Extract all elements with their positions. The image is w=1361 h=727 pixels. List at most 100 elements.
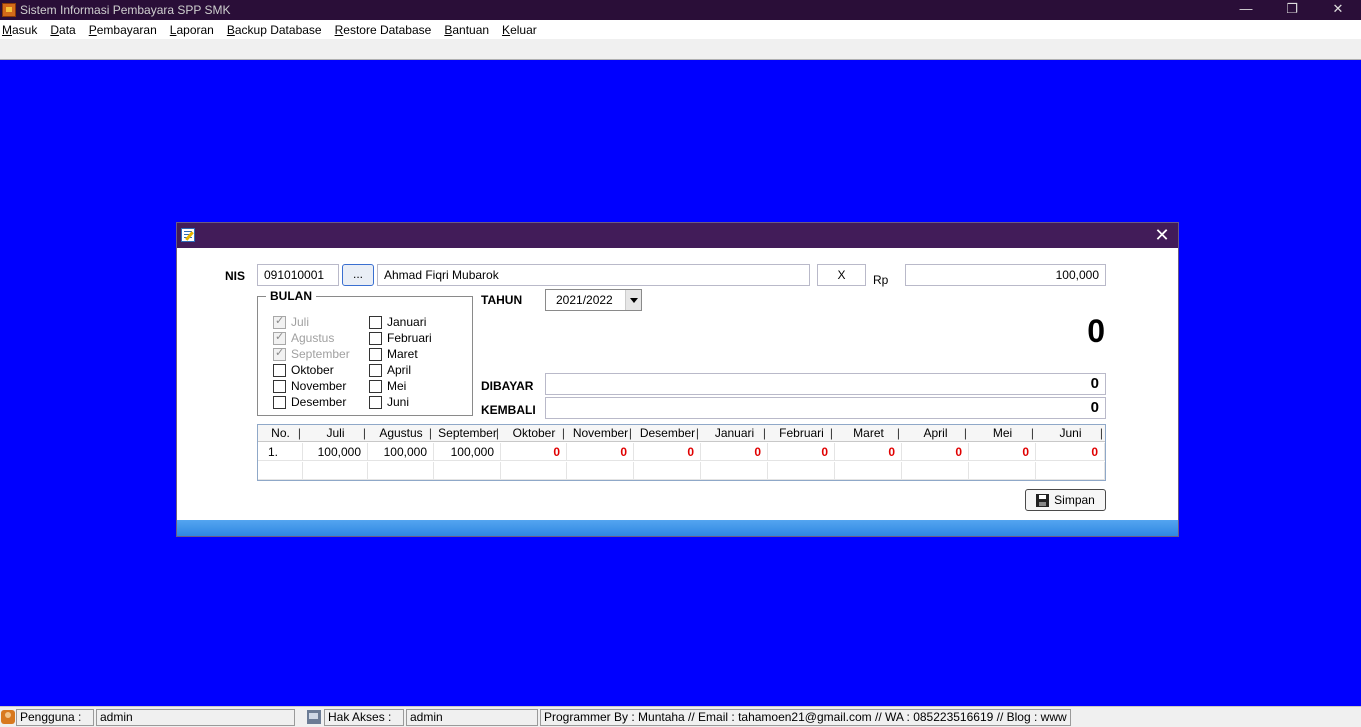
- checkbox-box[interactable]: [273, 395, 286, 409]
- table-cell: 0: [634, 443, 701, 461]
- dialog-footer-bar: [177, 520, 1178, 536]
- column-header[interactable]: Desember: [634, 425, 701, 442]
- menu-bantuan[interactable]: Bantuan: [444, 23, 489, 37]
- pengguna-label: Pengguna :: [16, 709, 94, 726]
- menu-restore-database[interactable]: Restore Database: [335, 23, 432, 37]
- restore-button[interactable]: ❐: [1269, 0, 1315, 20]
- table-cell: 100,000: [434, 443, 501, 461]
- edit-form-icon: [181, 228, 195, 242]
- column-header[interactable]: No.: [258, 425, 303, 442]
- table-cell: 0: [969, 443, 1036, 461]
- fee-field[interactable]: 100,000: [905, 264, 1106, 286]
- menu-backup-database[interactable]: Backup Database: [227, 23, 322, 37]
- menu-mnemonic: K: [502, 22, 511, 37]
- checkbox-box[interactable]: [369, 347, 382, 361]
- dialog-close-button[interactable]: ✕: [1152, 225, 1172, 245]
- menu-label: estore Database: [343, 22, 432, 37]
- tahun-select[interactable]: 2021/2022: [545, 289, 642, 311]
- month-checkbox-maret[interactable]: Maret: [369, 346, 418, 362]
- month-checkbox-september: September: [273, 346, 350, 362]
- column-header[interactable]: Agustus: [368, 425, 434, 442]
- column-header[interactable]: April: [902, 425, 969, 442]
- kembali-label: KEMBALI: [481, 403, 536, 417]
- table-cell: 0: [768, 443, 835, 461]
- credits-text: Programmer By : Muntaha // Email : taham…: [540, 709, 1071, 726]
- dibayar-field[interactable]: 0: [545, 373, 1106, 395]
- month-label: September: [291, 347, 350, 361]
- table-cell: [258, 462, 303, 480]
- table-cell: [768, 462, 835, 480]
- class-field[interactable]: X: [817, 264, 866, 286]
- checkbox-box[interactable]: [369, 395, 382, 409]
- column-header[interactable]: Oktober: [501, 425, 567, 442]
- save-button[interactable]: Simpan: [1025, 489, 1106, 511]
- checkbox-box[interactable]: [369, 315, 382, 329]
- column-header[interactable]: Februari: [768, 425, 835, 442]
- checkbox-box[interactable]: [369, 331, 382, 345]
- checkbox-box[interactable]: [273, 363, 286, 377]
- month-checkbox-februari[interactable]: Februari: [369, 330, 432, 346]
- menu-pembayaran[interactable]: Pembayaran: [89, 23, 157, 37]
- menu-mnemonic: D: [50, 22, 60, 37]
- month-checkbox-januari[interactable]: Januari: [369, 314, 426, 330]
- payment-table[interactable]: No.JuliAgustusSeptemberOktoberNovemberDe…: [257, 424, 1106, 481]
- month-checkbox-mei[interactable]: Mei: [369, 378, 406, 394]
- month-label: Mei: [387, 379, 407, 393]
- column-header[interactable]: Maret: [835, 425, 902, 442]
- table-cell: [701, 462, 768, 480]
- column-header[interactable]: Juni: [1036, 425, 1105, 442]
- browse-student-button[interactable]: ...: [342, 264, 374, 286]
- checkbox-box[interactable]: [369, 363, 382, 377]
- menu-laporan[interactable]: Laporan: [170, 23, 214, 37]
- menu-masuk[interactable]: Masuk: [2, 23, 37, 37]
- menu-label: embayaran: [96, 22, 157, 37]
- menu-label: antuan: [452, 22, 490, 37]
- checkbox-box: [273, 314, 286, 329]
- tahun-label: TAHUN: [481, 293, 523, 307]
- menu-mnemonic: R: [334, 22, 344, 37]
- menu-data[interactable]: Data: [50, 23, 75, 37]
- month-checkbox-agustus: Agustus: [273, 330, 334, 346]
- column-header[interactable]: September: [434, 425, 501, 442]
- tahun-value: 2021/2022: [556, 293, 613, 307]
- status-bar: Pengguna : admin Hak Akses : admin Progr…: [0, 706, 1361, 727]
- column-header[interactable]: November: [567, 425, 634, 442]
- chevron-down-icon[interactable]: [625, 290, 641, 310]
- hak-akses-label: Hak Akses :: [324, 709, 404, 726]
- window-controls: — ❐ ✕: [1223, 0, 1361, 20]
- table-header: No.JuliAgustusSeptemberOktoberNovemberDe…: [258, 425, 1105, 442]
- table-cell: 0: [1036, 443, 1105, 461]
- nis-field[interactable]: 091010001: [257, 264, 339, 286]
- month-label: Maret: [387, 347, 418, 361]
- kembali-field[interactable]: 0: [545, 397, 1106, 419]
- menu-keluar[interactable]: Keluar: [502, 23, 537, 37]
- bulan-group: BULAN Juli Agustus September Oktober Novembe…: [257, 290, 473, 416]
- month-checkbox-juni[interactable]: Juni: [369, 394, 409, 410]
- close-button[interactable]: ✕: [1315, 0, 1361, 20]
- month-checkbox-desember[interactable]: Desember: [273, 394, 346, 410]
- month-label: Desember: [291, 395, 347, 409]
- month-label: November: [291, 379, 347, 393]
- table-row-empty[interactable]: [258, 462, 1105, 480]
- menu-label: aporan: [176, 22, 214, 37]
- hak-akses-value: admin: [406, 709, 538, 726]
- month-label: Agustus: [291, 331, 335, 345]
- month-label: Oktober: [291, 363, 334, 377]
- month-checkbox-november[interactable]: November: [273, 378, 346, 394]
- bulan-label: BULAN: [266, 290, 316, 302]
- column-header[interactable]: Mei: [969, 425, 1036, 442]
- table-cell: [434, 462, 501, 480]
- nis-label: NIS: [225, 269, 246, 283]
- checkbox-box[interactable]: [369, 379, 382, 393]
- column-header[interactable]: Juli: [303, 425, 368, 442]
- window-titlebar: Sistem Informasi Pembayara SPP SMK — ❐ ✕: [0, 0, 1361, 20]
- table-cell: 0: [701, 443, 768, 461]
- student-name-field[interactable]: Ahmad Fiqri Mubarok: [377, 264, 810, 286]
- month-checkbox-oktober[interactable]: Oktober: [273, 362, 334, 378]
- checkbox-box[interactable]: [273, 379, 286, 393]
- minimize-button[interactable]: —: [1223, 0, 1269, 20]
- menu-mnemonic: M: [2, 22, 12, 37]
- table-row[interactable]: 1. 100,000 100,000 100,000 0 0 0 0 0 0 0 0 0: [258, 443, 1105, 461]
- month-checkbox-april[interactable]: April: [369, 362, 411, 378]
- column-header[interactable]: Januari: [701, 425, 768, 442]
